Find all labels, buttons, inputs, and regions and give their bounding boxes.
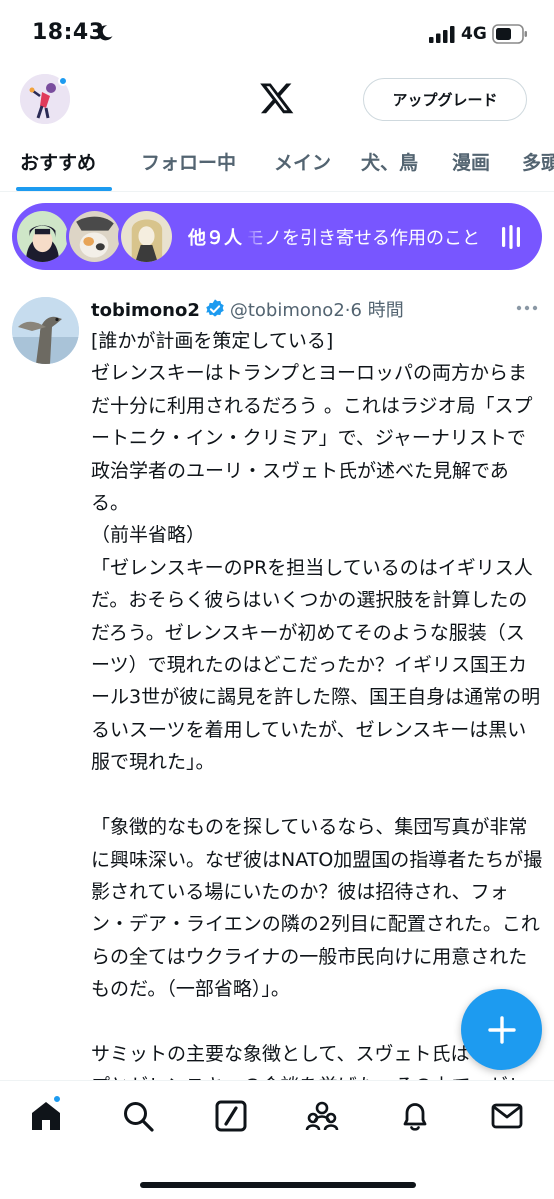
space-listener-avatar <box>118 208 175 265</box>
spaces-bar[interactable]: 他９人 モノを引き寄せる作用のこと <box>12 203 542 270</box>
tab-dogs-birds[interactable]: 犬、鳥 <box>361 148 418 175</box>
messages-icon[interactable] <box>490 1099 524 1133</box>
notifications-icon[interactable] <box>398 1099 432 1133</box>
tweet-header: tobimono2 @tobimono2·6 時間 <box>91 296 541 324</box>
upgrade-button[interactable]: アップグレード <box>363 78 527 121</box>
tweet-author-name[interactable]: tobimono2 <box>91 300 200 321</box>
plus-icon <box>487 1015 516 1044</box>
tab-recommended[interactable]: おすすめ <box>20 148 96 175</box>
audio-bars-icon <box>502 225 520 249</box>
home-indicator <box>140 1182 416 1188</box>
more-options-icon[interactable] <box>515 304 539 312</box>
communities-icon[interactable] <box>305 1099 339 1133</box>
grok-icon[interactable] <box>214 1099 248 1133</box>
active-tab-indicator <box>16 187 112 191</box>
tab-multi[interactable]: 多頭 <box>522 148 554 175</box>
status-bar: 18:43 4G <box>0 0 554 70</box>
tab-main[interactable]: メイン <box>274 148 331 175</box>
status-time: 18:43 <box>32 20 105 45</box>
signal-icon <box>429 26 455 43</box>
space-title: モノを引き寄せる作用のこと <box>246 228 480 249</box>
tweet-author-avatar[interactable] <box>12 297 79 364</box>
home-icon[interactable] <box>29 1099 63 1133</box>
space-host-avatar <box>14 208 71 265</box>
space-host-avatar-image <box>17 211 68 262</box>
space-listener-count: 他９人 <box>188 228 242 249</box>
tweet-author-avatar-image <box>12 297 79 364</box>
timeline-tabs: おすすめ フォロー中 メイン 犬、鳥 漫画 多頭 <box>0 132 554 192</box>
space-title-fade <box>246 218 268 254</box>
tab-following[interactable]: フォロー中 <box>141 148 236 175</box>
battery-icon <box>492 24 527 44</box>
space-listener-avatar-image <box>121 211 172 262</box>
tweet-time[interactable]: 6 時間 <box>351 300 404 321</box>
notification-dot <box>58 76 68 86</box>
space-speaker-avatar <box>66 208 123 265</box>
verified-badge-icon <box>206 299 224 317</box>
network-type: 4G <box>461 24 487 44</box>
tab-manga[interactable]: 漫画 <box>452 148 490 175</box>
search-icon[interactable] <box>121 1099 155 1133</box>
tweet-author-handle[interactable]: @tobimono2 <box>230 300 345 321</box>
compose-button[interactable] <box>461 989 542 1070</box>
home-notification-dot <box>52 1094 62 1104</box>
moon-icon <box>98 25 113 41</box>
bottom-nav <box>0 1080 554 1199</box>
top-header: アップグレード <box>0 70 554 132</box>
x-logo-icon[interactable] <box>258 80 296 116</box>
space-speaker-avatar-image <box>69 211 120 262</box>
